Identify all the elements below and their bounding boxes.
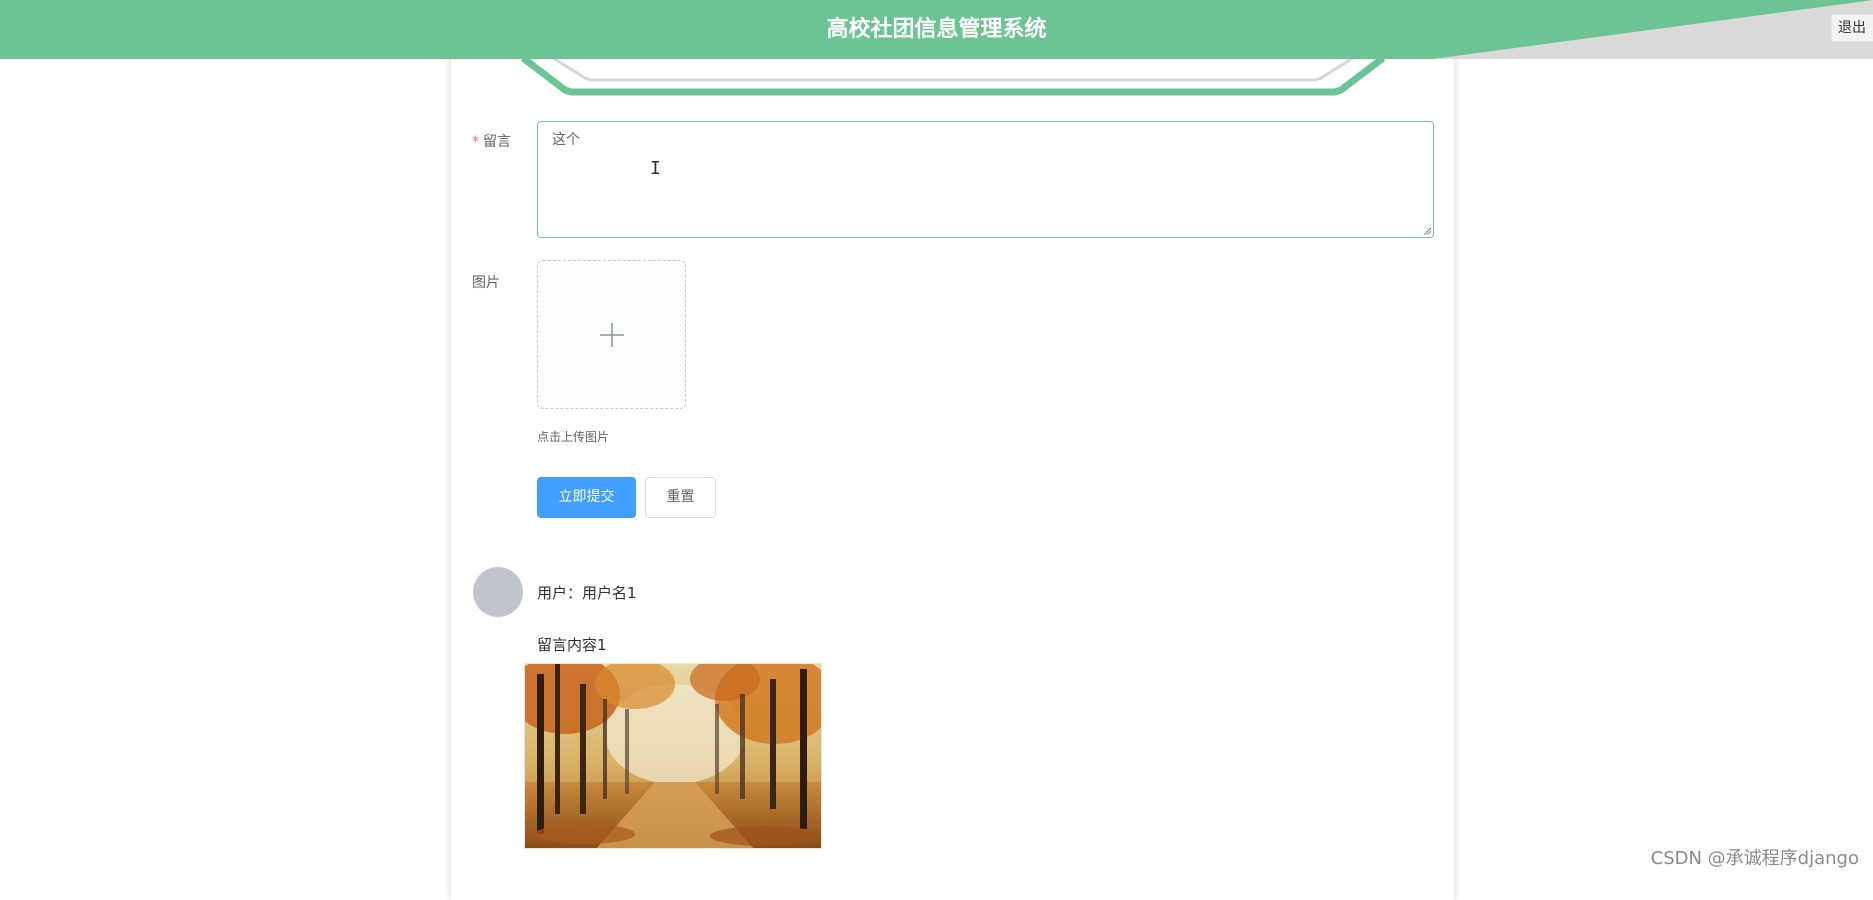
reset-button[interactable]: 重置 (645, 477, 716, 518)
top-header-bar: 高校社团信息管理系统 退出 (0, 0, 1873, 59)
plus-icon (600, 323, 624, 347)
message-label-text: 留言 (483, 134, 511, 150)
required-mark: * (472, 134, 479, 150)
resize-grip-icon[interactable] (1423, 227, 1431, 235)
text-cursor-icon: I (650, 158, 661, 179)
message-label: * 留言 (472, 131, 511, 151)
upload-tip: 点击上传图片 (537, 430, 610, 444)
header-decoration (1433, 0, 1873, 59)
comment-user: 用户：用户名1 (537, 584, 637, 602)
avatar (473, 567, 523, 617)
submit-button[interactable]: 立即提交 (537, 477, 636, 518)
message-textarea[interactable]: 这个 (537, 121, 1434, 238)
watermark: CSDN @承诚程序django (1650, 848, 1859, 869)
autumn-forest-photo (525, 664, 821, 848)
image-label: 图片 (472, 275, 500, 291)
comment-content: 留言内容1 (537, 636, 607, 654)
message-textarea-value: 这个 (552, 132, 580, 148)
comment-image (524, 663, 822, 849)
image-upload-box[interactable] (537, 260, 686, 409)
logout-button[interactable]: 退出 (1831, 14, 1873, 42)
